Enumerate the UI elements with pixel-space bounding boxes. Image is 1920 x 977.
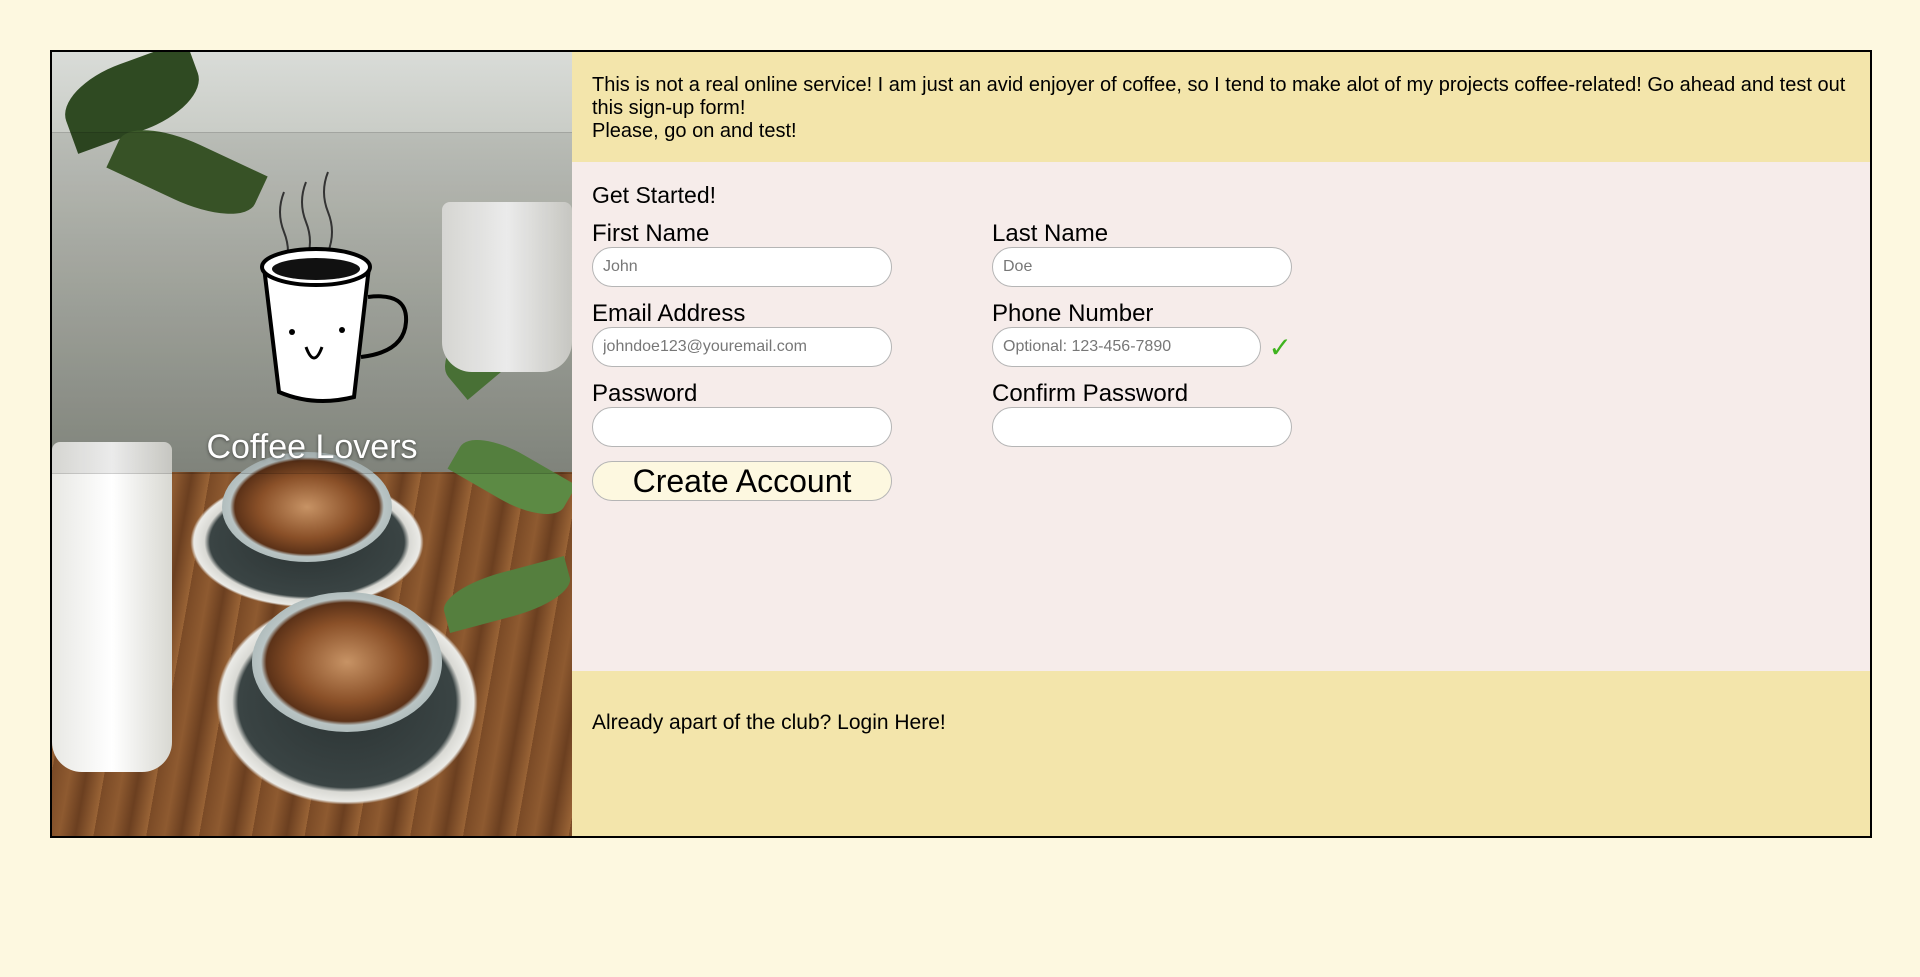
intro-text-secondary: Please, go on and test! xyxy=(592,120,797,142)
email-group: Email Address xyxy=(592,301,892,367)
last-name-label: Last Name xyxy=(992,220,1109,247)
latte-art-cup xyxy=(252,592,442,732)
plant-pot xyxy=(52,442,172,772)
brand-title: Coffee Lovers xyxy=(206,428,418,466)
login-footer: Already apart of the club? Login Here! xyxy=(572,671,1870,836)
intro-text: This is not a real online service! I am … xyxy=(592,74,1846,119)
confirm-password-label: Confirm Password xyxy=(992,380,1189,407)
coffee-mug-icon xyxy=(260,171,409,403)
password-group: Password xyxy=(592,381,892,447)
create-account-button[interactable]: Create Account xyxy=(592,461,892,501)
password-input[interactable] xyxy=(592,407,892,447)
signup-form: Get Started! First Name Last Name Email … xyxy=(572,162,1870,671)
first-name-label: First Name xyxy=(592,220,710,247)
login-prompt: Already apart of the club? xyxy=(592,711,832,734)
login-link[interactable]: Login Here! xyxy=(837,711,946,734)
first-name-group: First Name xyxy=(592,221,892,287)
last-name-input[interactable] xyxy=(992,247,1292,287)
email-label: Email Address xyxy=(592,300,746,327)
signup-container: Coffee Lovers This is not a real online … xyxy=(50,50,1872,838)
hero-image: Coffee Lovers xyxy=(52,52,572,836)
signup-content: This is not a real online service! I am … xyxy=(572,52,1870,836)
last-name-group: Last Name xyxy=(992,221,1292,287)
intro-banner: This is not a real online service! I am … xyxy=(572,52,1870,162)
email-input[interactable] xyxy=(592,327,892,367)
checkmark-icon: ✓ xyxy=(1268,330,1292,364)
first-name-input[interactable] xyxy=(592,247,892,287)
phone-group: Phone Number ✓ xyxy=(992,301,1292,367)
phone-input[interactable] xyxy=(992,327,1261,367)
phone-label: Phone Number xyxy=(992,300,1154,327)
form-fields: First Name Last Name Email Address Phone… xyxy=(592,221,1850,447)
password-label: Password xyxy=(592,380,698,407)
confirm-password-group: Confirm Password xyxy=(992,381,1292,447)
confirm-password-input[interactable] xyxy=(992,407,1292,447)
form-title: Get Started! xyxy=(592,182,717,208)
